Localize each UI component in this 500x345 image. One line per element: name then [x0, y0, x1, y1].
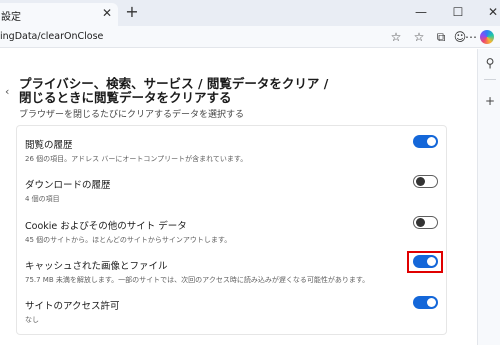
setting-cookies: Cookie およびその他のサイト データ 45 個のサイトから。ほとんどのサイ…: [25, 218, 231, 245]
setting-description: 45 個のサイトから。ほとんどのサイトからサインアウトします。: [25, 236, 232, 244]
sidebar-divider: [484, 79, 496, 80]
minimize-icon[interactable]: —: [412, 3, 430, 21]
back-button[interactable]: ‹: [5, 85, 9, 98]
toggle-knob: [427, 298, 436, 307]
setting-description: 4 個の項目: [25, 195, 60, 203]
setting-description: 75.7 MB 未満を解放します。一部のサイトでは、次回のアクセス時に読み込みが…: [25, 276, 370, 284]
favorites-icon[interactable]: ☆: [411, 29, 427, 45]
setting-title: サイトのアクセス許可: [25, 301, 120, 312]
page-title-line2: 閉じるときに閲覧データをクリアする: [19, 90, 232, 105]
toggle-knob: [416, 218, 425, 227]
new-tab-button[interactable]: +: [124, 4, 140, 20]
setting-title: ダウンロードの履歴: [25, 180, 111, 191]
page-title-line1: プライバシー、検索、サービス / 閲覧データをクリア /: [19, 76, 329, 91]
setting-description: 26 個の項目。アドレス バーにオートコンプリートが含まれています。: [25, 155, 248, 163]
search-icon[interactable]: ⚲: [483, 56, 497, 70]
close-window-icon[interactable]: ✕: [484, 3, 500, 21]
cookies-toggle[interactable]: [413, 216, 438, 229]
maximize-icon[interactable]: ☐: [449, 3, 467, 21]
setting-download-history: ダウンロードの履歴 4 個の項目: [25, 177, 111, 204]
page-subtitle: ブラウザーを閉じるたびにクリアするデータを選択する: [19, 110, 245, 120]
setting-title: Cookie およびその他のサイト データ: [25, 221, 187, 232]
setting-title: キャッシュされた画像とファイル: [25, 261, 168, 272]
setting-description: なし: [25, 316, 39, 324]
highlight-box: [407, 251, 443, 273]
close-tab-icon[interactable]: ✕: [100, 6, 114, 20]
tab-title: 設定: [1, 12, 21, 23]
setting-browsing-history: 閲覧の履歴 26 個の項目。アドレス バーにオートコンプリートが含まれています。: [25, 137, 247, 164]
setting-site-permissions: サイトのアクセス許可 なし: [25, 298, 120, 325]
toggle-knob: [416, 177, 425, 186]
setting-title: 閲覧の履歴: [25, 140, 73, 151]
site-permissions-toggle[interactable]: [413, 296, 438, 309]
download-history-toggle[interactable]: [413, 175, 438, 188]
toggle-knob: [427, 137, 436, 146]
copilot-icon[interactable]: [480, 30, 494, 44]
right-sidebar: ⚲ +: [477, 49, 500, 345]
more-icon[interactable]: ⋯: [463, 29, 479, 45]
star-icon[interactable]: ☆: [388, 29, 404, 45]
add-icon[interactable]: +: [483, 94, 497, 108]
browsing-history-toggle[interactable]: [413, 135, 438, 148]
setting-cached-images: キャッシュされた画像とファイル 75.7 MB 未満を解放します。一部のサイトで…: [25, 258, 369, 285]
collections-icon[interactable]: ⧉: [433, 29, 449, 45]
tab-settings[interactable]: 設定 ✕: [0, 3, 118, 26]
page-title: プライバシー、検索、サービス / 閲覧データをクリア / 閉じるときに閲覧データ…: [19, 77, 359, 105]
address-field[interactable]: ingData/clearOnClose: [0, 31, 103, 43]
tab-strip: 設定 ✕ + — ☐ ✕: [0, 0, 500, 26]
